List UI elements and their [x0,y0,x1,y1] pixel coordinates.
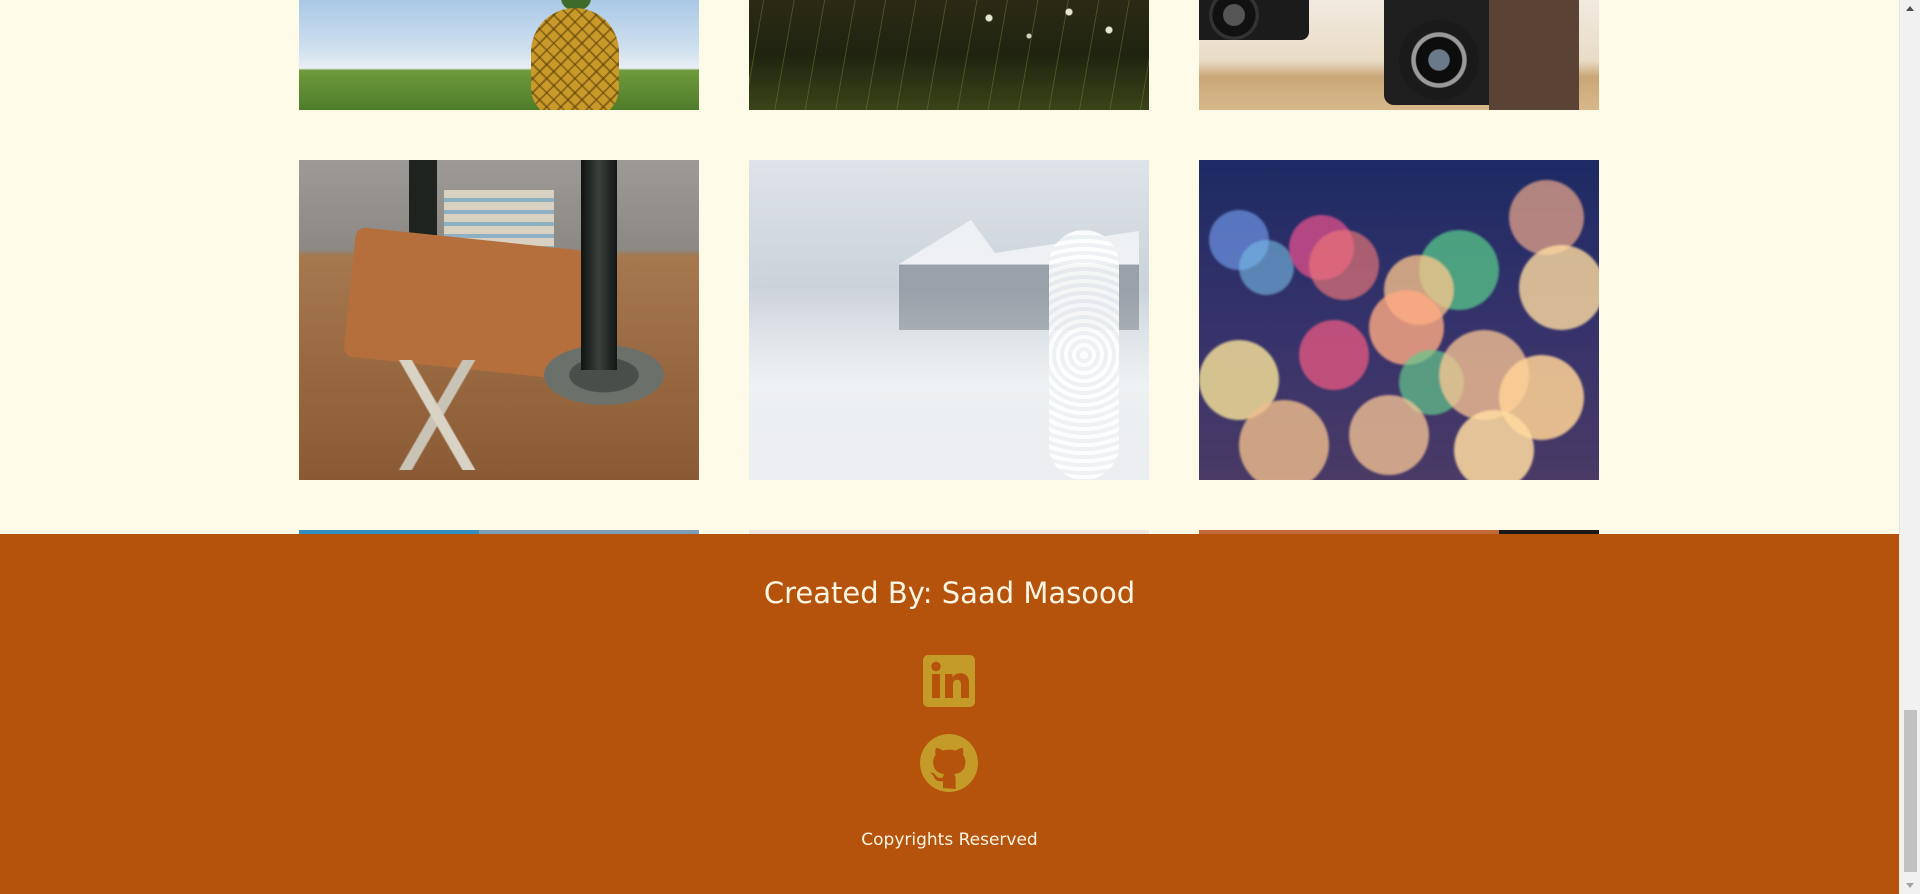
image-gallery [0,0,1899,560]
footer: Created By: Saad Masood Copyrights Reser… [0,534,1899,894]
vertical-scrollbar[interactable] [1899,0,1920,894]
footer-title: Created By: Saad Masood [763,576,1136,610]
gallery-image-cameras[interactable] [1199,0,1599,110]
gallery-image-frost[interactable] [749,160,1149,480]
gallery-image-desk[interactable] [299,160,699,480]
linkedin-icon [923,655,975,707]
gallery-image-grass-field[interactable] [749,0,1149,110]
gallery-image-bokeh[interactable] [1199,160,1599,480]
github-link[interactable] [920,734,978,792]
scrollbar-thumb[interactable] [1904,710,1917,872]
linkedin-link[interactable] [920,652,978,710]
gallery-image-pineapple[interactable] [299,0,699,110]
github-icon [920,734,978,792]
scroll-down-arrow-icon[interactable] [1900,877,1920,894]
page: Created By: Saad Masood Copyrights Reser… [0,0,1899,894]
scroll-up-arrow-icon[interactable] [1900,0,1920,17]
copyright-text: Copyrights Reserved [861,830,1038,850]
